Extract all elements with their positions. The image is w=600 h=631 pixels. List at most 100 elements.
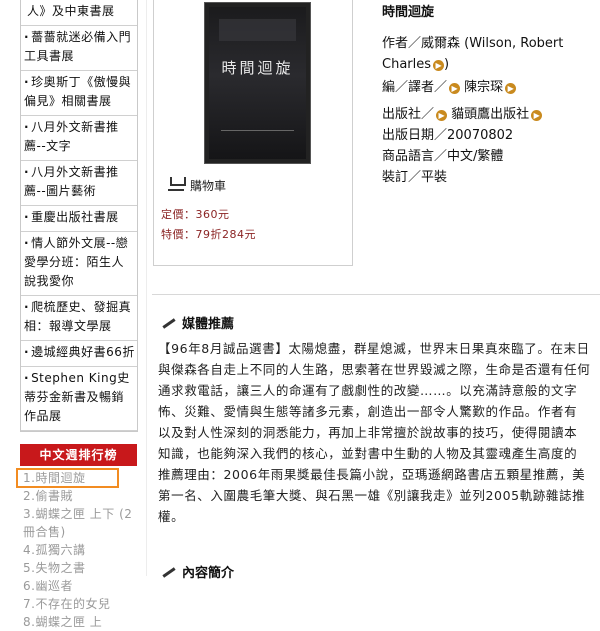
ranking-item-label: 6.幽巡者 (23, 579, 73, 593)
promo-item-label: Stephen King史蒂芬金新書及暢銷作品展 (24, 371, 130, 423)
bullet-icon: · (24, 30, 30, 44)
list-price: 定價：360元 (161, 208, 230, 221)
bullet-icon: · (24, 345, 30, 359)
binding-value: 平裝 (421, 170, 448, 185)
cover-strip (219, 19, 296, 41)
promo-item[interactable]: · 八月外文新書推薦--文字 (21, 116, 137, 161)
media-text: 【96年8月誠品選書】太陽熄盡，群星熄滅，世界末日果真來臨了。在末日 與傑森各自… (158, 338, 600, 527)
bullet-icon: · (24, 210, 30, 224)
ranking-header: 中文週排行榜 (20, 444, 137, 466)
ranking-item[interactable]: 4.孤獨六講 (20, 541, 137, 559)
promo-item-label: 重慶出版社書展 (31, 210, 119, 224)
translator-link[interactable]: 陳宗琛 (464, 80, 503, 95)
book-details: 時間迴旋 作者／威爾森 (Wilson, Robert Charles ▶) 編／… (382, 0, 563, 188)
cart-button[interactable]: 購物車 (168, 177, 226, 194)
arrow-icon[interactable]: ▶ (531, 110, 543, 121)
bullet-icon: · (24, 75, 30, 89)
sidebar: 人》及中東書展 · 薔薔就迷必備入門工具書展 · 珍奧斯丁《傲慢與偏見》相關書展 ·… (16, 0, 138, 629)
media-line: 通求救電話，讓三人的命運有了戲劇性的改變……。以充滿詩意般的文字 (158, 383, 578, 398)
arrow-icon[interactable]: ▶ (433, 60, 445, 71)
promo-item[interactable]: · 爬梳歷史、發掘真相：報導文學展 (21, 296, 137, 341)
promo-item[interactable]: 人》及中東書展 (21, 0, 137, 26)
ranking-list: 1.時間迴旋 2.偷書賊 3.蝴蝶之匣 上下 (2冊合售) 4.孤獨六講 5.失… (16, 466, 137, 631)
ranking-item[interactable]: 5.失物之書 (20, 559, 137, 577)
promo-item[interactable]: · 情人節外文展--戀愛學分班：陌生人說我愛你 (21, 232, 137, 296)
cover-art: 時間迴旋 (209, 7, 306, 159)
media-line: 權。 (158, 509, 185, 524)
bullet-icon: · (24, 300, 30, 314)
bullet-icon: · (24, 236, 30, 250)
media-line: 與傑森各自走上不同的人生路，思索著在世界毀滅之際，生命是否還有任何 (158, 362, 591, 377)
arrow-icon[interactable]: ▶ (449, 83, 461, 94)
publisher-link[interactable]: 貓頭鷹出版社 (451, 107, 529, 122)
pen-icon (162, 318, 176, 328)
highlight-box (16, 468, 119, 488)
media-section-title: 媒體推薦 (162, 313, 234, 332)
promo-item-label: 爬梳歷史、發掘真相：報導文學展 (24, 300, 132, 333)
media-line: 推薦理由：2006年雨果獎最佳長篇小說，亞瑪遜網路書店五顆星推薦，美 (158, 467, 586, 482)
language-row: 商品語言／中文/繁體 (382, 146, 563, 167)
arrow-icon[interactable]: ▶ (436, 110, 448, 121)
author-row: 作者／威爾森 (Wilson, Robert (382, 33, 563, 54)
media-title-label: 媒體推薦 (182, 317, 235, 332)
ranking-item-label: 7.不存在的女兒 (23, 597, 111, 611)
promo-item[interactable]: · 重慶出版社書展 (21, 206, 137, 232)
promo-item-label: 薔薔就迷必備入門工具書展 (24, 30, 132, 63)
promo-item[interactable]: · 薔薔就迷必備入門工具書展 (21, 26, 137, 71)
publisher-label: 出版社／ (382, 107, 435, 122)
bullet-icon: · (24, 165, 30, 179)
promo-item-label: 邊城經典好書66折 (31, 345, 135, 359)
promo-item-label: 八月外文新書推薦--圖片藝術 (24, 165, 119, 198)
media-line: 【96年8月誠品選書】太陽熄盡，群星熄滅，世界末日果真來臨了。在末日 (158, 341, 590, 356)
binding-label: 裝訂／ (382, 170, 422, 185)
bullet-icon: · (24, 371, 30, 385)
arrow-icon[interactable]: ▶ (505, 83, 517, 94)
ranking-item-label: 8.蝴蝶之匣 上 (23, 615, 103, 629)
promo-item[interactable]: · 八月外文新書推薦--圖片藝術 (21, 161, 137, 206)
section-divider (152, 294, 600, 295)
promo-item-label: 珍奧斯丁《傲慢與偏見》相關書展 (24, 75, 132, 108)
promo-item-label: 人》及中東書展 (27, 4, 115, 18)
promo-item[interactable]: · 珍奧斯丁《傲慢與偏見》相關書展 (21, 71, 137, 116)
promo-item[interactable]: · 邊城經典好書66折 (21, 341, 137, 367)
ranking-item[interactable]: 6.幽巡者 (20, 577, 137, 595)
cart-label: 購物車 (190, 179, 227, 193)
ranking-item[interactable]: 2.偷書賊 (20, 487, 137, 505)
publisher-row: 出版社／ ▶ 貓頭鷹出版社 ▶ (382, 104, 563, 125)
media-line: 怖、災難、愛情與生態等諸多元素，創造出一部令人驚歎的作品。作者有 (158, 404, 578, 419)
media-line: 以及對人性深刻的洞悉能力，再加上非常擅於說故事的技巧，使得閱讀本 (158, 425, 578, 440)
date-label: 出版日期／ (382, 128, 448, 143)
promo-list: 人》及中東書展 · 薔薔就迷必備入門工具書展 · 珍奧斯丁《傲慢與偏見》相關書展 ·… (20, 0, 138, 432)
intro-section-title: 內容簡介 (162, 562, 234, 581)
promo-item-label: 八月外文新書推薦--文字 (24, 120, 119, 153)
cover-lines (221, 130, 294, 149)
cart-icon (168, 177, 186, 191)
date-row: 出版日期／20070802 (382, 125, 563, 146)
book-box: 時間迴旋 購物車 定價：360元 特價：79折284元 (153, 0, 353, 266)
ranking-item[interactable]: 7.不存在的女兒 (20, 595, 137, 613)
ranking-item-label: 2.偷書賊 (23, 489, 73, 503)
translator-label: 編／譯者／ (382, 80, 448, 95)
date-value: 20070802 (447, 128, 514, 143)
column-divider (146, 0, 147, 576)
media-line: 第一名、入圍農毛筆大獎、與石黑一雄《別讓我走》並列2005軌跡雜誌推 (158, 488, 586, 503)
author-row-cont: Charles ▶) (382, 57, 450, 72)
author-label: 作者／ (382, 36, 422, 51)
author-link-cont[interactable]: Charles (382, 57, 431, 72)
cover-title: 時間迴旋 (221, 59, 294, 77)
promo-item[interactable]: · Stephen King史蒂芬金新書及暢銷作品展 (21, 367, 137, 431)
language-label: 商品語言／ (382, 149, 448, 164)
promo-item-label: 情人節外文展--戀愛學分班：陌生人說我愛你 (24, 236, 129, 288)
author-link[interactable]: 威爾森 (Wilson, Robert (421, 36, 563, 51)
book-title: 時間迴旋 (382, 5, 435, 20)
ranking-item[interactable]: 1.時間迴旋 (16, 468, 137, 488)
binding-row: 裝訂／平裝 (382, 167, 563, 188)
ranking-item-label: 5.失物之書 (23, 561, 86, 575)
bullet-icon: · (24, 120, 30, 134)
ranking-item-label: 4.孤獨六講 (23, 543, 86, 557)
ranking-item[interactable]: 8.蝴蝶之匣 上 (20, 613, 137, 631)
translator-row: 編／譯者／ ▶ 陳宗琛 ▶ (382, 77, 563, 98)
book-cover[interactable]: 時間迴旋 (204, 2, 311, 164)
ranking-item[interactable]: 3.蝴蝶之匣 上下 (2冊合售) (20, 505, 137, 541)
ranking-item-label: 3.蝴蝶之匣 上下 (2冊合售) (23, 507, 133, 539)
